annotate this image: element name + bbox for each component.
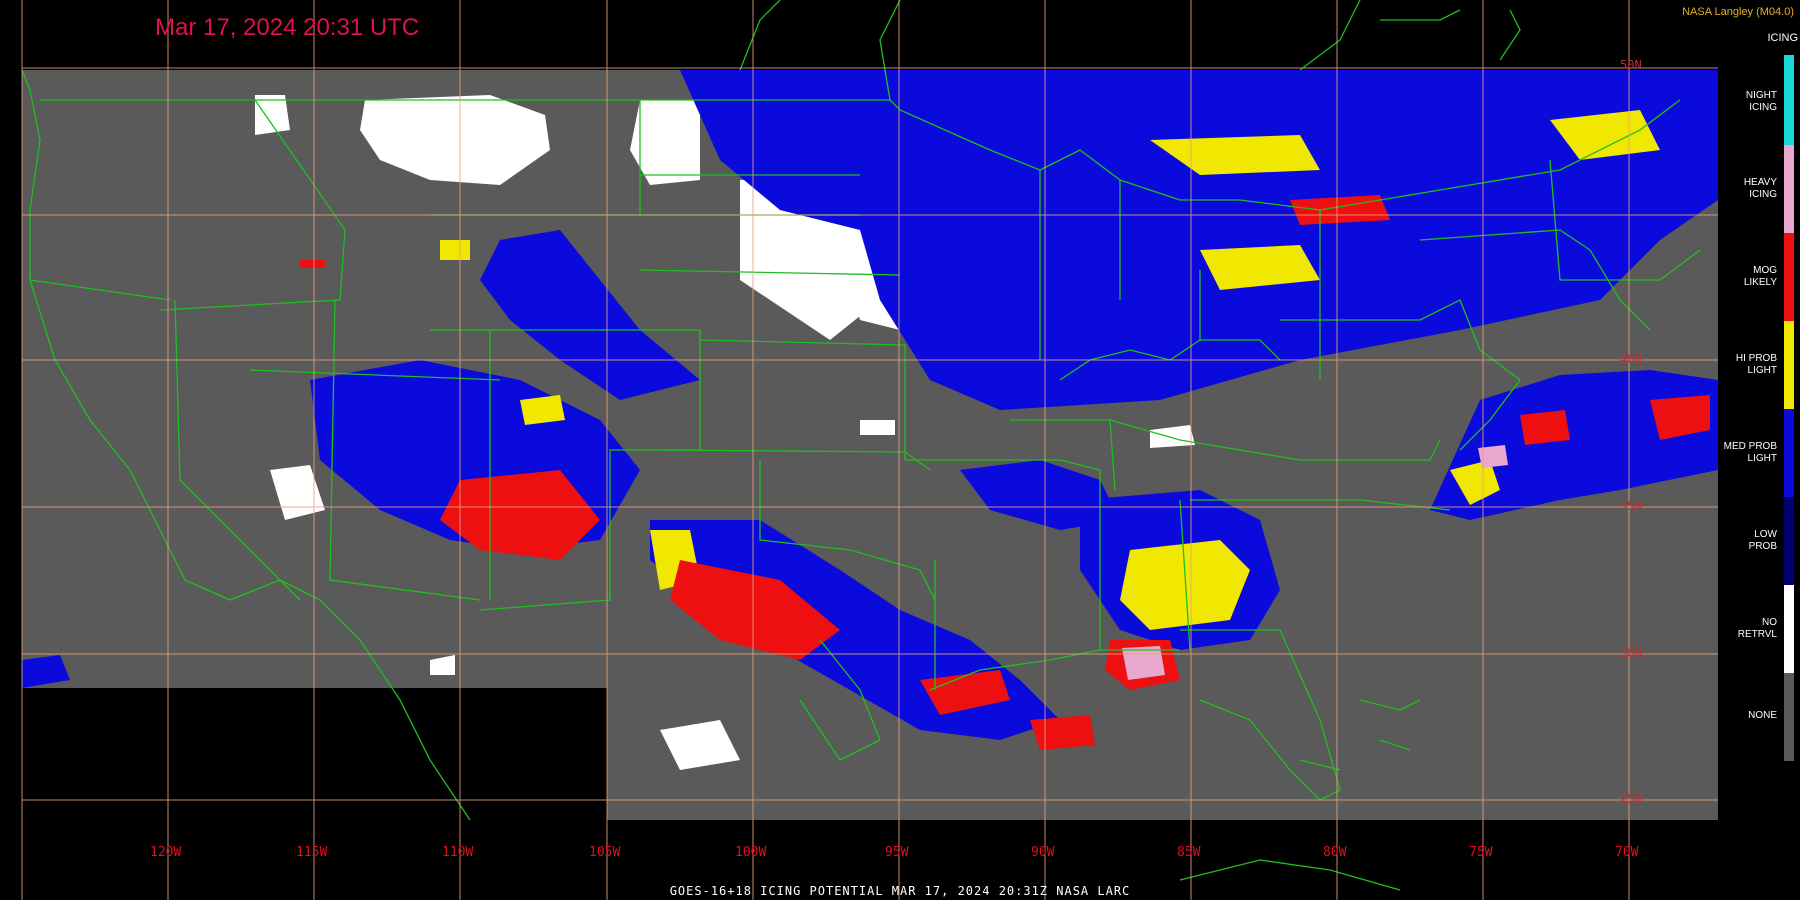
footer-caption: GOES-16+18 ICING POTENTIAL MAR 17, 2024 … — [669, 884, 1131, 898]
timestamp: Mar 17, 2024 20:31 UTC — [155, 14, 420, 41]
legend-swatch-mog-likely — [1784, 233, 1794, 321]
lon-label-115w: 115W — [296, 845, 328, 860]
legend-label-heavy-icing: HEAVY ICING — [1743, 177, 1777, 200]
lon-label-105w: 105W — [589, 845, 621, 860]
lon-label-120w: 120W — [150, 845, 182, 860]
lon-label-95w: 95W — [885, 845, 909, 860]
legend-label-med-prob-light: MED PROB LIGHT — [1723, 441, 1777, 464]
lat-label-50n: 50N — [1620, 58, 1642, 72]
lat-label-30n: 30N — [1620, 646, 1642, 660]
legend-label-hi-prob-light: HI PROB LIGHT — [1735, 353, 1777, 376]
lon-label-110w: 110W — [442, 845, 474, 860]
legend-swatch-low-prob — [1784, 497, 1794, 585]
lon-label-100w: 100W — [735, 845, 767, 860]
lon-label-80w: 80W — [1323, 845, 1347, 860]
legend-label-night-icing: NIGHT ICING — [1745, 90, 1777, 113]
lon-label-70w: 70W — [1615, 845, 1639, 860]
legend-title: ICING — [1767, 32, 1798, 44]
legend-swatch-heavy-icing — [1784, 145, 1794, 233]
lon-label-90w: 90W — [1031, 845, 1055, 860]
lat-label-25n: 25N — [1620, 792, 1642, 806]
lat-label-35n: 35N — [1620, 499, 1642, 513]
legend-label-low-prob: LOW PROB — [1748, 529, 1777, 552]
legend-swatch-night-icing — [1784, 55, 1794, 145]
legend-swatch-med-prob-light — [1784, 409, 1794, 497]
legend-label-no-retrieval: NO RETRVL — [1737, 617, 1777, 640]
icing-map — [21, 0, 1794, 900]
lon-label-85w: 85W — [1177, 845, 1201, 860]
lat-label-40n: 40N — [1620, 352, 1642, 366]
legend-label-mog-likely: MOG LIKELY — [1743, 265, 1777, 288]
lon-label-75w: 75W — [1469, 845, 1493, 860]
legend-swatch-no-retrieval — [1784, 585, 1794, 673]
legend-label-none: NONE — [1748, 710, 1777, 721]
legend-color-bar — [1784, 55, 1794, 761]
legend-swatch-hi-prob-light — [1784, 321, 1794, 409]
credit-label: NASA Langley (M04.0) — [1682, 6, 1794, 18]
legend-swatch-none — [1784, 673, 1794, 761]
